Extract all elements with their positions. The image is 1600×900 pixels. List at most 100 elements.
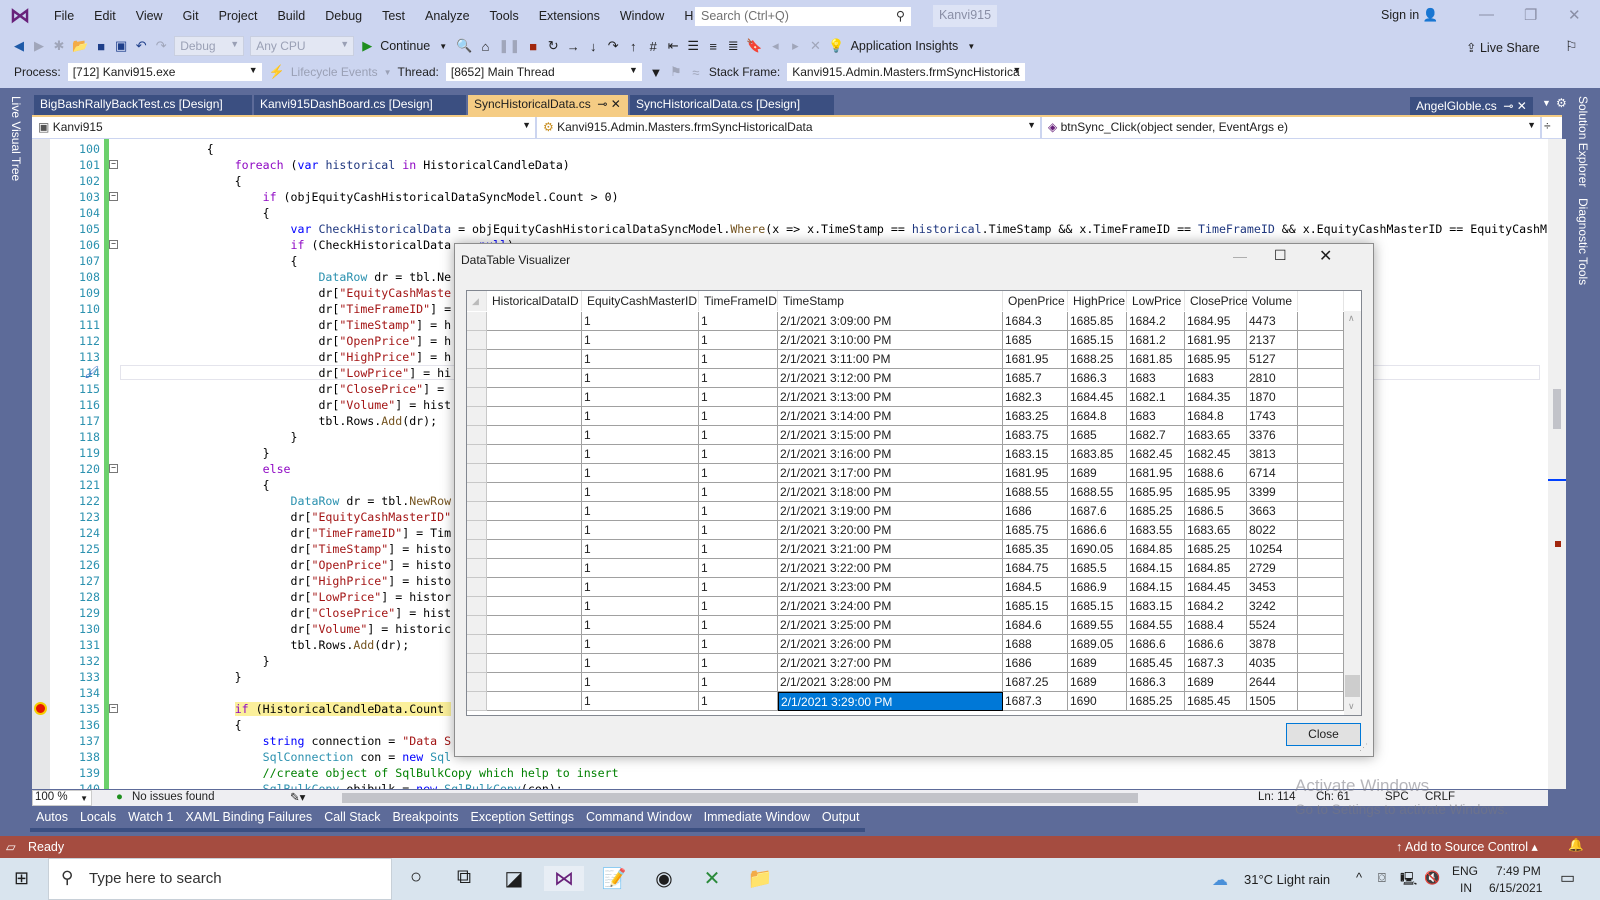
grid-cell[interactable]: 1 xyxy=(699,464,778,483)
open-file-icon[interactable]: 📂 xyxy=(72,38,88,54)
clear-bookmarks-icon[interactable]: ✕ xyxy=(808,38,822,54)
grid-cell[interactable] xyxy=(487,559,582,578)
threads-icon[interactable]: ⇤ xyxy=(666,38,680,54)
grid-cell[interactable]: 1681.95 xyxy=(1003,350,1068,369)
grid-cell[interactable]: 8022 xyxy=(1247,521,1298,540)
grid-cell[interactable]: 1689.05 xyxy=(1068,635,1127,654)
add-to-source-control-button[interactable]: ↑ Add to Source Control ▴ xyxy=(1396,839,1538,854)
grid-cell[interactable]: 2/1/2021 3:28:00 PM xyxy=(778,673,1003,692)
grid-cell[interactable]: 1685.25 xyxy=(1185,540,1247,559)
grid-cell[interactable] xyxy=(487,635,582,654)
grid-cell[interactable]: 1 xyxy=(699,578,778,597)
grid-cell[interactable] xyxy=(487,445,582,464)
grid-cell[interactable] xyxy=(487,464,582,483)
grid-cell[interactable]: 1 xyxy=(582,312,699,331)
configuration-dropdown[interactable]: Debug ▼ xyxy=(174,36,245,56)
row-header[interactable] xyxy=(467,597,487,616)
grid-cell[interactable] xyxy=(487,426,582,445)
minimize-button[interactable]: — xyxy=(1479,6,1494,23)
grid-cell[interactable]: 1 xyxy=(582,616,699,635)
grid-cell[interactable] xyxy=(487,502,582,521)
grid-cell[interactable]: 5127 xyxy=(1247,350,1298,369)
dialog-close-button[interactable]: Close xyxy=(1286,723,1361,746)
grid-cell[interactable]: 1 xyxy=(582,464,699,483)
prev-bookmark-icon[interactable]: ◂ xyxy=(768,38,782,54)
grid-cell[interactable]: 1 xyxy=(699,673,778,692)
hex-display-icon[interactable]: # xyxy=(646,39,660,54)
close-tab-icon[interactable]: ✕ xyxy=(1517,99,1527,113)
sticky-app-icon[interactable]: ◪ xyxy=(494,866,534,891)
grid-cell[interactable]: 1686 xyxy=(1003,654,1068,673)
row-header[interactable] xyxy=(467,673,487,692)
grid-cell[interactable]: 1 xyxy=(699,445,778,464)
grid-cell[interactable] xyxy=(487,540,582,559)
grid-cell[interactable] xyxy=(487,369,582,388)
grid-cell[interactable]: 3376 xyxy=(1247,426,1298,445)
grid-cell[interactable] xyxy=(487,483,582,502)
stack-icon[interactable]: ☰ xyxy=(686,38,700,54)
grid-cell[interactable]: 3242 xyxy=(1247,597,1298,616)
grid-cell[interactable] xyxy=(487,654,582,673)
tab-output[interactable]: Output xyxy=(815,808,866,832)
next-bookmark-icon[interactable]: ▸ xyxy=(788,38,802,54)
menu-view[interactable]: View xyxy=(126,9,173,23)
grid-cell[interactable]: 1685.95 xyxy=(1185,350,1247,369)
clock-date[interactable]: 6/15/2021 xyxy=(1489,881,1542,895)
tab-exception-settings[interactable]: Exception Settings xyxy=(464,808,581,832)
grid-cell[interactable]: 1684.85 xyxy=(1185,559,1247,578)
grid-cell[interactable]: 1 xyxy=(582,540,699,559)
row-header[interactable] xyxy=(467,654,487,673)
collapse-outline-icon[interactable]: − xyxy=(109,240,118,249)
grid-cell[interactable]: 1686.3 xyxy=(1068,369,1127,388)
grid-cell[interactable]: 1 xyxy=(699,502,778,521)
grid-cell[interactable]: 1 xyxy=(582,483,699,502)
column-header[interactable]: TimeStamp xyxy=(778,291,1003,311)
grid-cell[interactable]: 1688.55 xyxy=(1068,483,1127,502)
menu-test[interactable]: Test xyxy=(372,9,415,23)
grid-cell[interactable]: 1686.6 xyxy=(1068,521,1127,540)
grid-cell[interactable]: 1682.1 xyxy=(1127,388,1185,407)
grid-cell[interactable]: 1686.5 xyxy=(1185,502,1247,521)
grid-cell[interactable]: 1689 xyxy=(1068,654,1127,673)
windows-start-icon[interactable]: ⊞ xyxy=(14,868,29,889)
grid-cell[interactable]: 1682.45 xyxy=(1185,445,1247,464)
grid-cell[interactable]: 1685.15 xyxy=(1068,331,1127,350)
grid-cell[interactable]: 1681.95 xyxy=(1127,464,1185,483)
row-header[interactable] xyxy=(467,559,487,578)
grid-cell[interactable]: 5524 xyxy=(1247,616,1298,635)
grid-cell[interactable]: 1684.35 xyxy=(1185,388,1247,407)
row-header[interactable] xyxy=(467,312,487,331)
menu-debug[interactable]: Debug xyxy=(315,9,372,23)
grid-cell[interactable]: 1685.45 xyxy=(1127,654,1185,673)
grid-cell[interactable]: 1 xyxy=(699,312,778,331)
grid-cell[interactable]: 2/1/2021 3:27:00 PM xyxy=(778,654,1003,673)
grid-cell[interactable]: 2/1/2021 3:29:00 PM xyxy=(778,692,1003,711)
tab-xaml-binding-failures[interactable]: XAML Binding Failures xyxy=(179,808,319,832)
grid-cell[interactable] xyxy=(487,407,582,426)
editor-vertical-scrollbar[interactable] xyxy=(1548,139,1566,789)
row-header[interactable] xyxy=(467,369,487,388)
menu-window[interactable]: Window xyxy=(610,9,674,23)
grid-cell[interactable]: 2/1/2021 3:16:00 PM xyxy=(778,445,1003,464)
cortana-icon[interactable]: ○ xyxy=(396,866,436,889)
grid-cell[interactable]: 1689 xyxy=(1185,673,1247,692)
grid-cell[interactable]: 1688 xyxy=(1003,635,1068,654)
grid-cell[interactable]: 1 xyxy=(582,350,699,369)
task-view-icon[interactable]: ⧉ xyxy=(444,866,484,889)
continue-button[interactable]: Continue xyxy=(380,39,430,53)
grid-cell[interactable]: 1690.05 xyxy=(1068,540,1127,559)
row-header[interactable] xyxy=(467,616,487,635)
column-header[interactable]: HistoricalDataID xyxy=(487,291,582,311)
forward-icon[interactable]: ▶ xyxy=(32,38,46,54)
new-project-icon[interactable]: ✱ xyxy=(52,38,66,54)
platform-dropdown[interactable]: Any CPU ▼ xyxy=(250,36,355,56)
code-line[interactable]: 101 foreach (var historical in Historica… xyxy=(32,157,1548,173)
grid-cell[interactable]: 1687.6 xyxy=(1068,502,1127,521)
menu-edit[interactable]: Edit xyxy=(84,9,126,23)
pause-icon[interactable]: ❚❚ xyxy=(498,38,520,54)
grid-cell[interactable]: 1687.3 xyxy=(1003,692,1068,711)
grid-cell[interactable]: 1682.45 xyxy=(1127,445,1185,464)
grid-cell[interactable]: 1685.35 xyxy=(1003,540,1068,559)
grid-corner-header[interactable]: ◢ xyxy=(467,291,487,311)
dialog-close-x-button[interactable]: ✕ xyxy=(1319,246,1332,266)
